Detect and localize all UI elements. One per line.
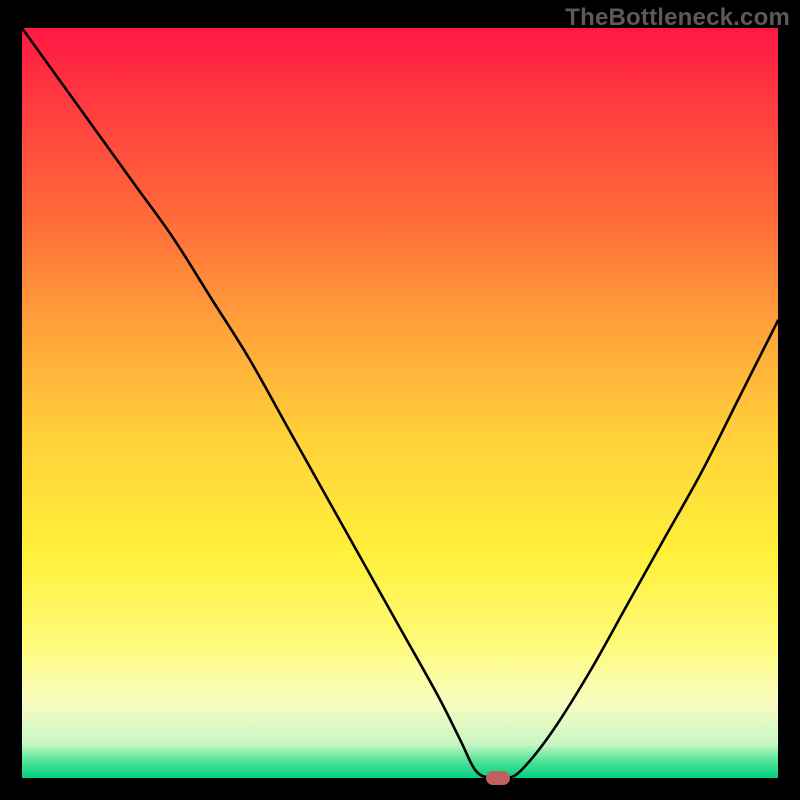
optimal-marker bbox=[486, 771, 510, 785]
plot-area bbox=[22, 28, 778, 778]
gradient-background bbox=[22, 28, 778, 778]
chart-frame: TheBottleneck.com bbox=[0, 0, 800, 800]
watermark-label: TheBottleneck.com bbox=[565, 4, 790, 32]
chart-svg bbox=[22, 28, 778, 778]
